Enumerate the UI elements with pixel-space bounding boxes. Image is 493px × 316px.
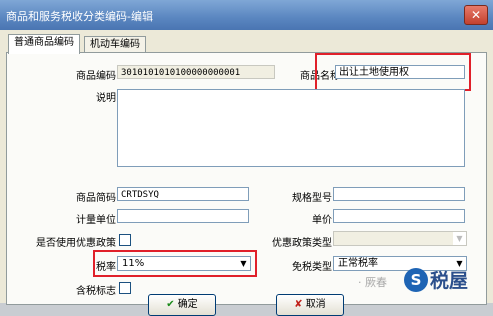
- cross-icon: ✘: [294, 299, 303, 310]
- spec-model-field[interactable]: [333, 187, 465, 201]
- window-title: 商品和服务税收分类编码-编辑: [6, 10, 153, 23]
- watermark-author: · 厥春: [358, 276, 387, 289]
- product-name-highlight-box: [315, 53, 471, 91]
- check-icon: ✔: [166, 299, 175, 310]
- use-preferential-label: 是否使用优惠政策: [36, 238, 116, 249]
- unit-price-field[interactable]: [333, 209, 465, 223]
- product-code-field[interactable]: 3010101010100000000001: [117, 65, 275, 79]
- unit-field[interactable]: [117, 209, 249, 223]
- product-code-label: 商品编码: [76, 71, 116, 82]
- tax-included-label: 含税标志: [76, 286, 116, 297]
- chevron-down-icon[interactable]: ▼: [453, 232, 466, 245]
- close-icon[interactable]: ✕: [464, 5, 488, 25]
- tab-general-goods-code[interactable]: 普通商品编码: [8, 34, 80, 54]
- description-textarea[interactable]: [117, 89, 465, 167]
- preferential-type-label: 优惠政策类型: [272, 238, 332, 249]
- save-button[interactable]: ✔ 确定: [148, 294, 216, 316]
- save-button-label: 确定: [177, 299, 198, 310]
- use-preferential-checkbox[interactable]: [119, 234, 131, 246]
- product-abbr-field[interactable]: CRTDSYQ: [117, 187, 249, 201]
- product-abbr-label: 商品简码: [76, 193, 116, 204]
- tab-motor-vehicle-code[interactable]: 机动车编码: [84, 36, 146, 53]
- watermark-brand: 税屋: [430, 270, 469, 292]
- cancel-button-label: 取消: [305, 299, 326, 310]
- tax-included-checkbox[interactable]: [119, 282, 131, 294]
- dialog-body: 普通商品编码 机动车编码 商品编码 3010101010100000000001…: [0, 30, 493, 316]
- unit-label: 计量单位: [76, 215, 116, 226]
- tax-rate-highlight-box: [93, 250, 257, 277]
- cancel-button[interactable]: ✘ 取消: [276, 294, 344, 316]
- title-bar: 商品和服务税收分类编码-编辑 ✕: [0, 0, 493, 30]
- spec-model-label: 规格型号: [292, 193, 332, 204]
- shuiwu-logo-icon: S: [404, 268, 428, 292]
- exempt-type-label: 免税类型: [292, 262, 332, 273]
- unit-price-label: 单价: [312, 215, 332, 226]
- preferential-type-select[interactable]: ▼: [333, 231, 467, 246]
- exempt-type-value: 正常税率: [338, 258, 378, 269]
- description-label: 说明: [96, 93, 116, 104]
